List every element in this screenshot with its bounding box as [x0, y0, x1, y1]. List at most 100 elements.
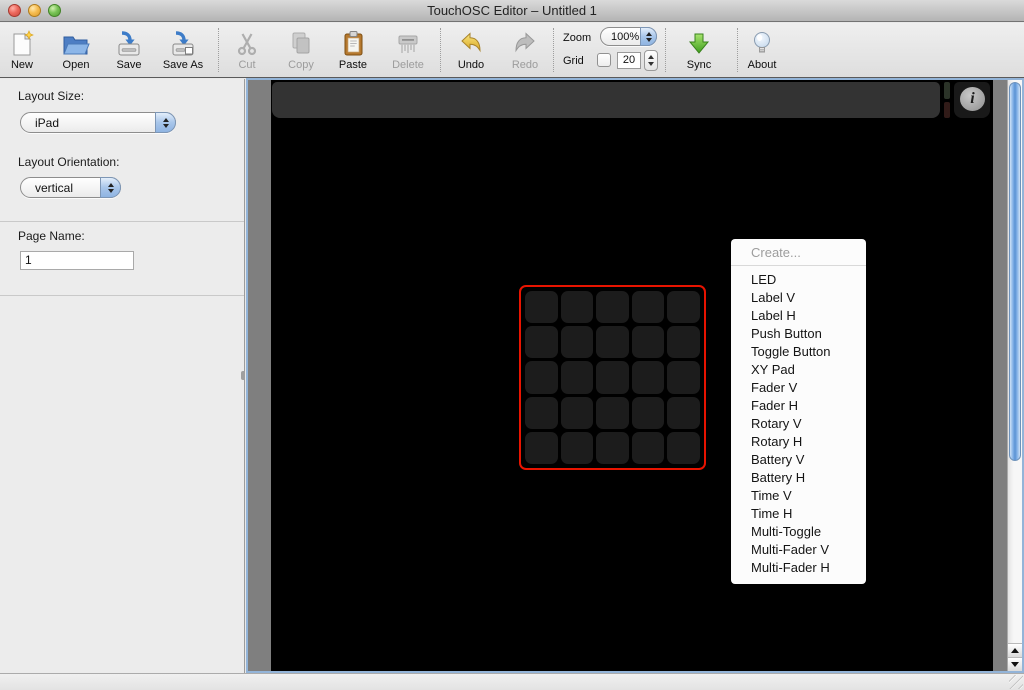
menu-item-battery-v[interactable]: Battery V	[731, 451, 866, 469]
multitoggle-cell[interactable]	[561, 432, 594, 464]
save-as-button[interactable]: Save As	[155, 26, 211, 76]
multitoggle-cell[interactable]	[632, 432, 665, 464]
zoom-popup[interactable]: 100%	[600, 27, 657, 46]
multitoggle-cell[interactable]	[667, 432, 700, 464]
layout-canvas[interactable]: i	[246, 78, 1024, 673]
layout-page[interactable]: i	[271, 80, 993, 671]
toolbar-separator	[665, 28, 666, 72]
page-tab-bar[interactable]	[272, 82, 940, 118]
delete-button-label: Delete	[380, 59, 436, 71]
copy-button: Copy	[273, 26, 329, 76]
multitoggle-cell[interactable]	[596, 361, 629, 393]
scrollbar-thumb[interactable]	[1009, 82, 1021, 461]
grid-size-field[interactable]: 20	[617, 52, 641, 69]
multitoggle-cell[interactable]	[667, 326, 700, 358]
grid-checkbox[interactable]	[597, 53, 611, 67]
multitoggle-cell[interactable]	[561, 397, 594, 429]
up-arrow-icon	[108, 183, 114, 187]
cut-scissors-icon	[219, 26, 275, 57]
menu-item-fader-h[interactable]: Fader H	[731, 397, 866, 415]
layout-size-label: Layout Size:	[18, 89, 84, 103]
sidebar-divider	[0, 295, 244, 296]
menu-item-time-v[interactable]: Time V	[731, 487, 866, 505]
menu-item-rotary-h[interactable]: Rotary H	[731, 433, 866, 451]
undo-button-label: Undo	[443, 59, 499, 71]
multitoggle-cell[interactable]	[561, 291, 594, 323]
layout-orientation-label: Layout Orientation:	[18, 155, 119, 169]
page-name-input[interactable]: 1	[20, 251, 134, 270]
menu-item-toggle-button[interactable]: Toggle Button	[731, 343, 866, 361]
zoom-popup-stepper	[640, 27, 657, 46]
multitoggle-cell[interactable]	[596, 291, 629, 323]
multitoggle-cell[interactable]	[525, 397, 558, 429]
down-arrow-icon	[646, 38, 652, 42]
multitoggle-cell[interactable]	[525, 291, 558, 323]
grid-size-stepper[interactable]	[644, 50, 658, 71]
sidebar-resize-handle[interactable]	[241, 371, 245, 380]
new-button-label: New	[0, 59, 50, 71]
multitoggle-grid[interactable]	[519, 285, 706, 470]
menu-item-fader-v[interactable]: Fader V	[731, 379, 866, 397]
minimize-window-button[interactable]	[28, 4, 41, 17]
paste-button[interactable]: Paste	[325, 26, 381, 76]
multitoggle-cell[interactable]	[632, 397, 665, 429]
window-resize-grip[interactable]	[1009, 675, 1023, 689]
multitoggle-cell[interactable]	[596, 432, 629, 464]
delete-shredder-icon	[380, 26, 436, 57]
save-icon	[101, 26, 157, 57]
multitoggle-cell[interactable]	[561, 326, 594, 358]
vertical-scrollbar[interactable]	[1007, 80, 1022, 671]
paste-clipboard-icon	[325, 26, 381, 57]
save-button[interactable]: Save	[101, 26, 157, 76]
menu-item-label-h[interactable]: Label H	[731, 307, 866, 325]
toolbar-separator	[440, 28, 441, 72]
app-window: TouchOSC Editor – Untitled 1 New Open	[0, 0, 1024, 690]
menu-item-rotary-v[interactable]: Rotary V	[731, 415, 866, 433]
multitoggle-cell[interactable]	[632, 361, 665, 393]
page-tab-sliver	[944, 102, 950, 118]
new-button[interactable]: New	[0, 26, 50, 76]
scroll-up-button[interactable]	[1008, 643, 1022, 657]
multitoggle-cell[interactable]	[525, 361, 558, 393]
about-button[interactable]: About	[734, 26, 790, 76]
close-window-button[interactable]	[8, 4, 21, 17]
redo-button-label: Redo	[497, 59, 553, 71]
info-button[interactable]: i	[960, 87, 985, 111]
paste-button-label: Paste	[325, 59, 381, 71]
layout-orientation-value: vertical	[35, 178, 73, 197]
menu-item-multi-toggle[interactable]: Multi-Toggle	[731, 523, 866, 541]
open-button[interactable]: Open	[48, 26, 104, 76]
multitoggle-cell[interactable]	[667, 291, 700, 323]
multitoggle-cell[interactable]	[596, 397, 629, 429]
save-as-icon	[155, 26, 211, 57]
menu-item-multi-fader-v[interactable]: Multi-Fader V	[731, 541, 866, 559]
layout-size-popup[interactable]: iPad	[20, 112, 176, 133]
menu-item-battery-h[interactable]: Battery H	[731, 469, 866, 487]
multitoggle-cell[interactable]	[525, 432, 558, 464]
open-folder-icon	[48, 26, 104, 57]
multitoggle-cell[interactable]	[667, 397, 700, 429]
layout-orientation-popup[interactable]: vertical	[20, 177, 121, 198]
menu-item-label-v[interactable]: Label V	[731, 289, 866, 307]
zoom-popup-value: 100%	[611, 28, 639, 45]
menu-item-push-button[interactable]: Push Button	[731, 325, 866, 343]
undo-button[interactable]: Undo	[443, 26, 499, 76]
copy-pages-icon	[273, 26, 329, 57]
up-arrow-icon	[1011, 648, 1019, 653]
multitoggle-cell[interactable]	[632, 326, 665, 358]
multitoggle-cell[interactable]	[596, 326, 629, 358]
cut-button-label: Cut	[219, 59, 275, 71]
grid-label: Grid	[563, 55, 584, 67]
multitoggle-cell[interactable]	[525, 326, 558, 358]
multitoggle-cell[interactable]	[632, 291, 665, 323]
menu-item-xy-pad[interactable]: XY Pad	[731, 361, 866, 379]
menu-item-time-h[interactable]: Time H	[731, 505, 866, 523]
scroll-down-button[interactable]	[1008, 657, 1022, 671]
multitoggle-cell[interactable]	[561, 361, 594, 393]
sync-button[interactable]: Sync	[671, 26, 727, 76]
zoom-window-button[interactable]	[48, 4, 61, 17]
multitoggle-cell[interactable]	[667, 361, 700, 393]
menu-item-led[interactable]: LED	[731, 271, 866, 289]
menu-item-multi-fader-h[interactable]: Multi-Fader H	[731, 559, 866, 577]
inspector-sidebar: Layout Size: iPad Layout Orientation: ve…	[0, 79, 245, 673]
